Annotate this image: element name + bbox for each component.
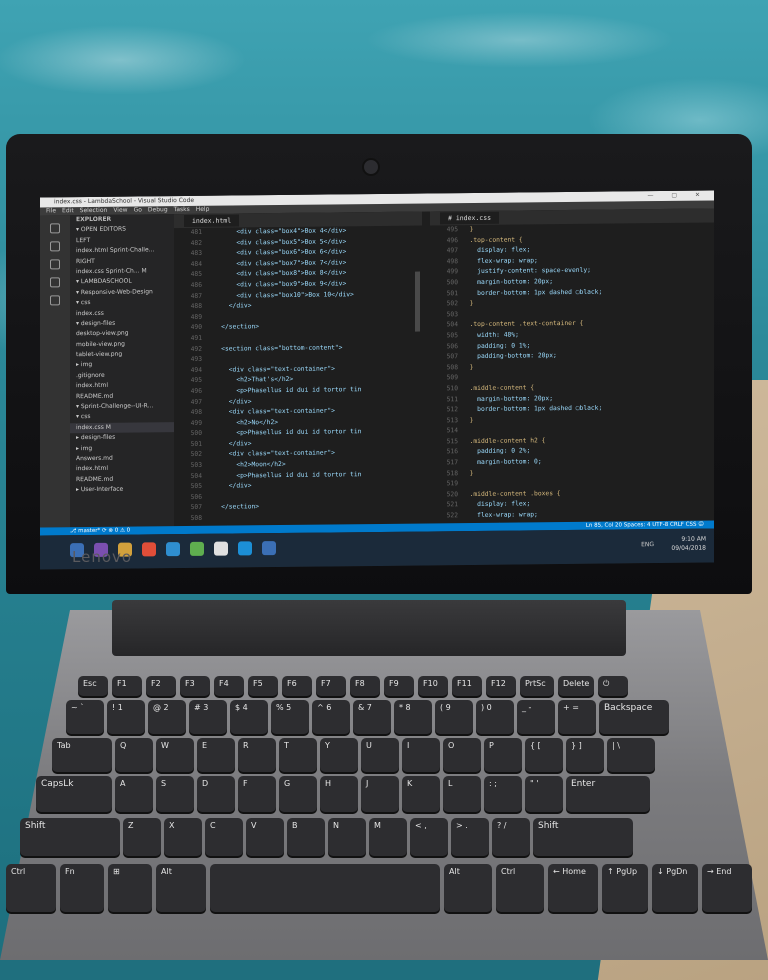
key[interactable]: " ' (525, 776, 563, 812)
key[interactable]: E (197, 738, 235, 772)
key[interactable]: Delete (558, 676, 594, 696)
key[interactable]: Alt (444, 864, 492, 912)
key[interactable]: Z (123, 818, 161, 856)
key[interactable]: Fn (60, 864, 104, 912)
key[interactable]: + = (558, 700, 596, 734)
key[interactable]: U (361, 738, 399, 772)
key[interactable]: K (402, 776, 440, 812)
keyboard: Esc F1 F2 F3 F4 F5 F6 F7 F8 F9 F10 F11 F12 PrtSc Delet… (0, 0, 768, 960)
key[interactable]: Y (320, 738, 358, 772)
key[interactable]: ) 0 (476, 700, 514, 734)
key[interactable]: C (205, 818, 243, 856)
key[interactable]: F4 (214, 676, 244, 696)
key[interactable]: ^ 6 (312, 700, 350, 734)
key[interactable]: Ctrl (496, 864, 544, 912)
key[interactable]: CapsLk (36, 776, 112, 812)
key[interactable]: H (320, 776, 358, 812)
key[interactable]: F6 (282, 676, 312, 696)
key[interactable]: T (279, 738, 317, 772)
key[interactable]: ? / (492, 818, 530, 856)
key[interactable]: V (246, 818, 284, 856)
key[interactable]: F5 (248, 676, 278, 696)
key[interactable]: F7 (316, 676, 346, 696)
key[interactable]: Tab (52, 738, 112, 772)
key[interactable]: M (369, 818, 407, 856)
key[interactable]: R (238, 738, 276, 772)
key[interactable]: F2 (146, 676, 176, 696)
key[interactable]: % 5 (271, 700, 309, 734)
key[interactable]: F8 (350, 676, 380, 696)
key[interactable]: Backspace (599, 700, 669, 734)
key[interactable]: ↑ PgUp (602, 864, 648, 912)
key[interactable]: { [ (525, 738, 563, 772)
key[interactable]: & 7 (353, 700, 391, 734)
key[interactable]: ⊞ (108, 864, 152, 912)
key[interactable]: A (115, 776, 153, 812)
key[interactable]: : ; (484, 776, 522, 812)
key[interactable]: < , (410, 818, 448, 856)
key[interactable]: Shift (20, 818, 120, 856)
key[interactable]: * 8 (394, 700, 432, 734)
key[interactable]: ~ ` (66, 700, 104, 734)
key[interactable]: # 3 (189, 700, 227, 734)
key[interactable]: L (443, 776, 481, 812)
key[interactable]: S (156, 776, 194, 812)
key[interactable]: Ctrl (6, 864, 56, 912)
key[interactable]: → End (702, 864, 752, 912)
key[interactable]: @ 2 (148, 700, 186, 734)
key[interactable]: | \ (607, 738, 655, 772)
key[interactable] (210, 864, 440, 912)
key[interactable]: F (238, 776, 276, 812)
key[interactable]: F1 (112, 676, 142, 696)
key[interactable]: Esc (78, 676, 108, 696)
key[interactable]: ! 1 (107, 700, 145, 734)
key[interactable]: F11 (452, 676, 482, 696)
key[interactable]: ( 9 (435, 700, 473, 734)
key[interactable]: O (443, 738, 481, 772)
key[interactable]: ⏻ (598, 676, 628, 696)
key[interactable]: B (287, 818, 325, 856)
key[interactable]: G (279, 776, 317, 812)
key[interactable]: $ 4 (230, 700, 268, 734)
key[interactable]: _ - (517, 700, 555, 734)
key[interactable]: F3 (180, 676, 210, 696)
key[interactable]: F10 (418, 676, 448, 696)
key[interactable]: I (402, 738, 440, 772)
key[interactable]: P (484, 738, 522, 772)
key[interactable]: Shift (533, 818, 633, 856)
key[interactable]: Q (115, 738, 153, 772)
key[interactable]: D (197, 776, 235, 812)
key[interactable]: Enter (566, 776, 650, 812)
key[interactable]: PrtSc (520, 676, 554, 696)
key[interactable]: X (164, 818, 202, 856)
key[interactable]: F12 (486, 676, 516, 696)
key[interactable]: ← Home (548, 864, 598, 912)
key[interactable]: } ] (566, 738, 604, 772)
key[interactable]: J (361, 776, 399, 812)
key[interactable]: Alt (156, 864, 206, 912)
key[interactable]: F9 (384, 676, 414, 696)
key[interactable]: ↓ PgDn (652, 864, 698, 912)
key[interactable]: N (328, 818, 366, 856)
key[interactable]: W (156, 738, 194, 772)
key[interactable]: > . (451, 818, 489, 856)
